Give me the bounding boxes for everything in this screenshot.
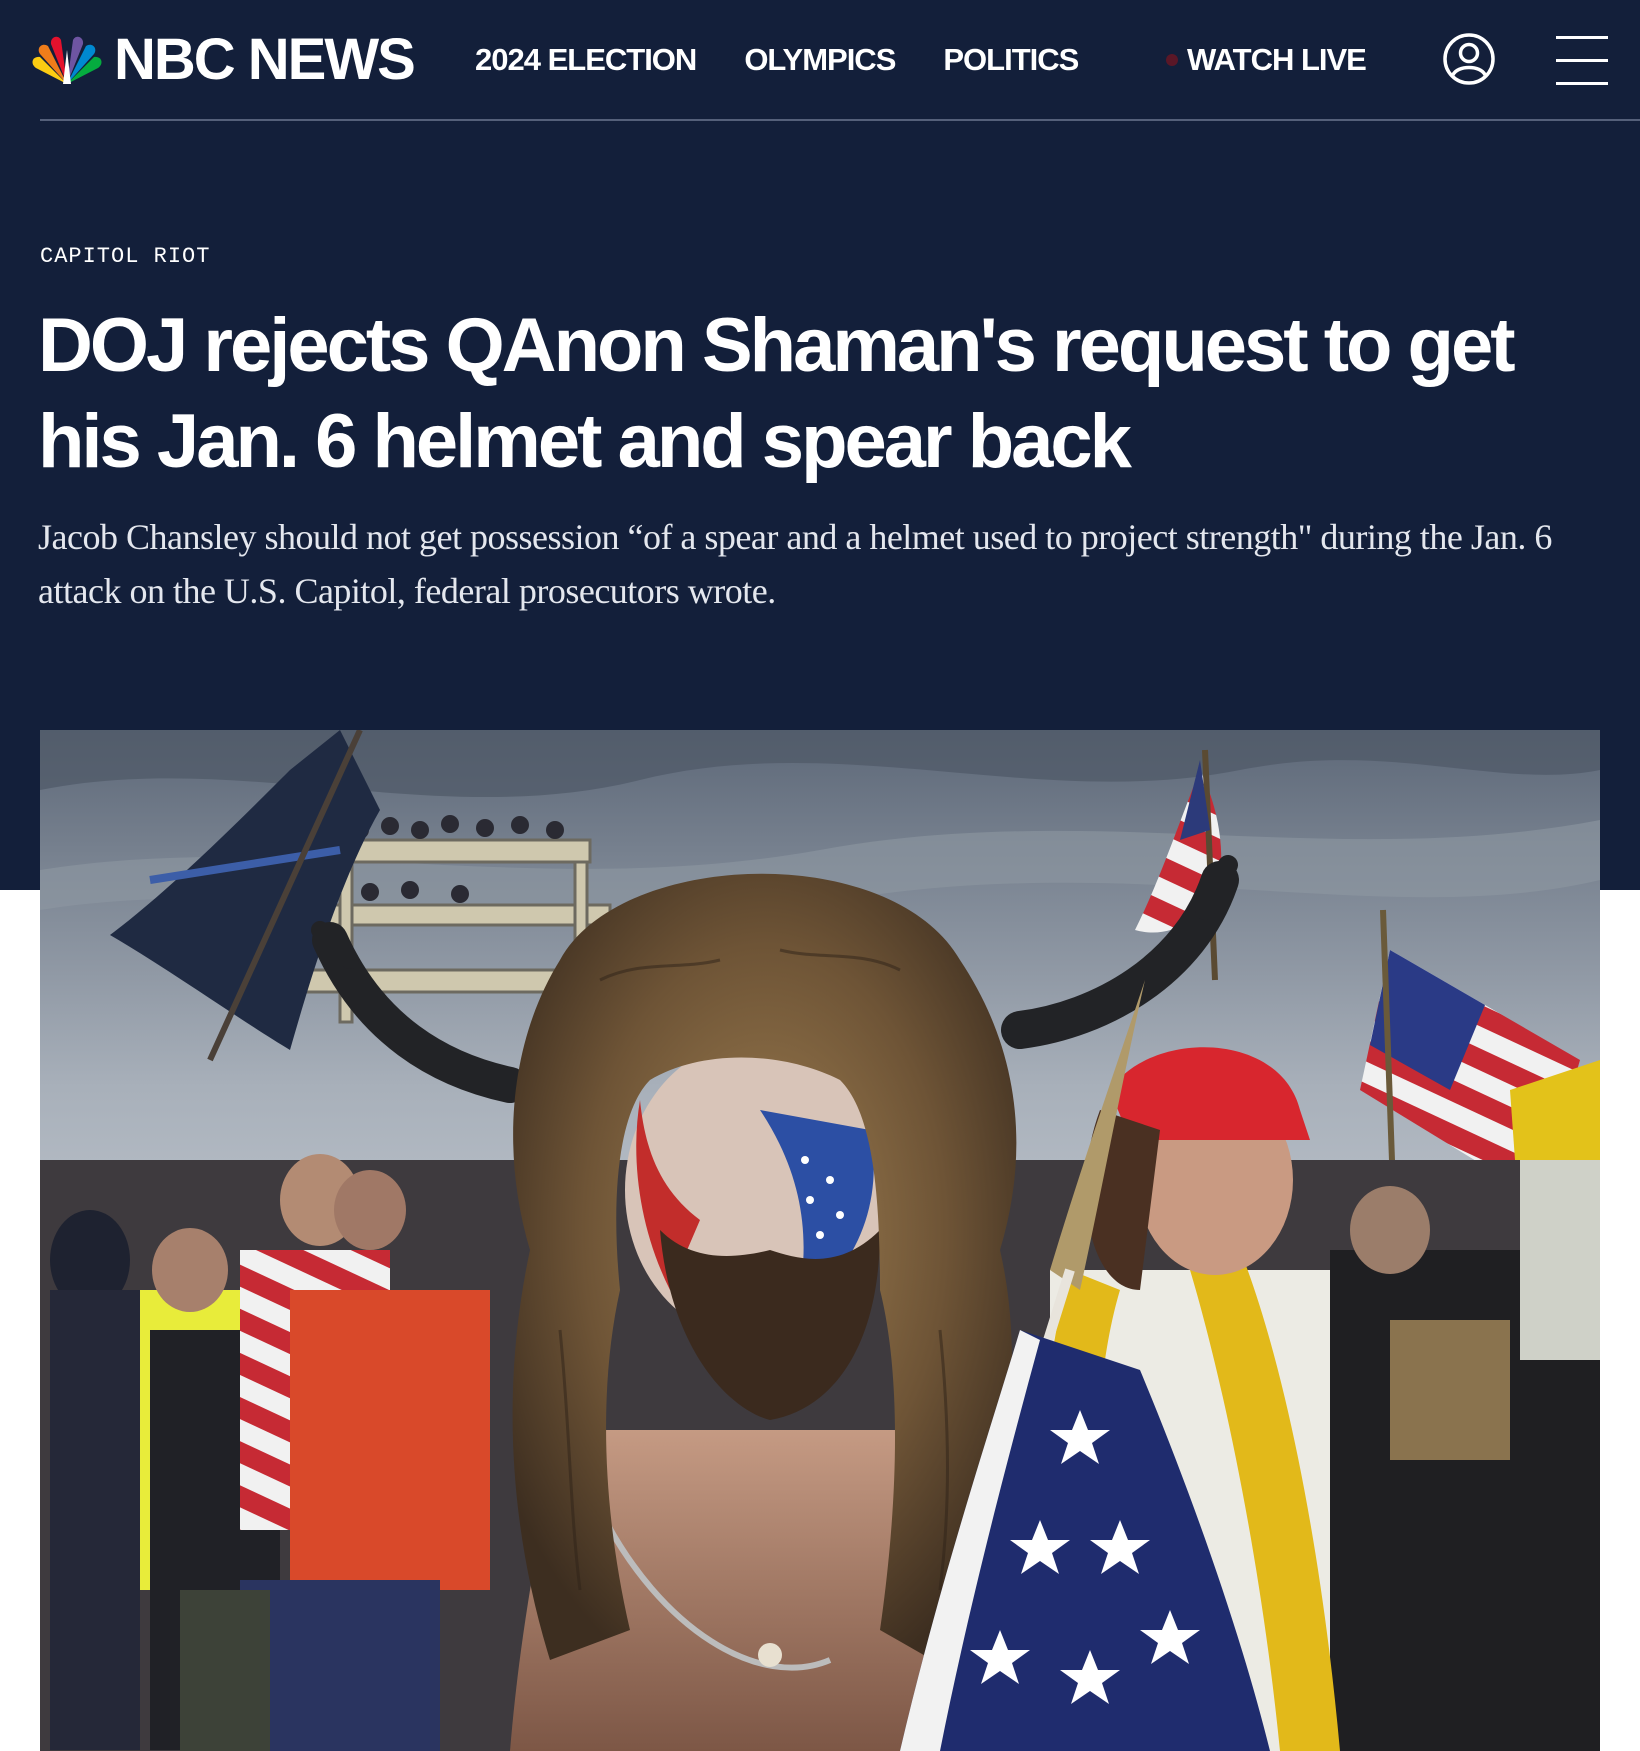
site-header: NBC NEWS 2024 ELECTION OLYMPICS POLITICS… [0,0,1640,121]
primary-nav: 2024 ELECTION OLYMPICS POLITICS [475,38,1079,82]
hero-photo-illustration [40,730,1600,1751]
site-logo[interactable]: NBC NEWS [30,27,416,92]
article-headline: DOJ rejects QAnon Shaman's request to ge… [38,303,1516,484]
watch-live-label: WATCH LIVE [1187,42,1367,77]
nav-item-2024-election[interactable]: 2024 ELECTION [475,38,697,82]
user-account-icon[interactable] [1442,32,1496,86]
article-kicker[interactable]: CAPITOL RIOT [40,244,210,270]
nbc-peacock-icon [32,36,102,84]
hamburger-menu-icon[interactable] [1556,36,1608,85]
hero-image [40,730,1600,1751]
nav-item-politics[interactable]: POLITICS [943,38,1079,82]
article-dek: Jacob Chansley should not get possession… [38,517,1552,611]
watch-live-link[interactable]: WATCH LIVE [1166,38,1367,82]
nav-item-olympics[interactable]: OLYMPICS [744,38,896,82]
header-divider [40,119,1640,121]
brand-name: NBC NEWS [114,27,416,92]
live-indicator-dot [1166,54,1178,66]
